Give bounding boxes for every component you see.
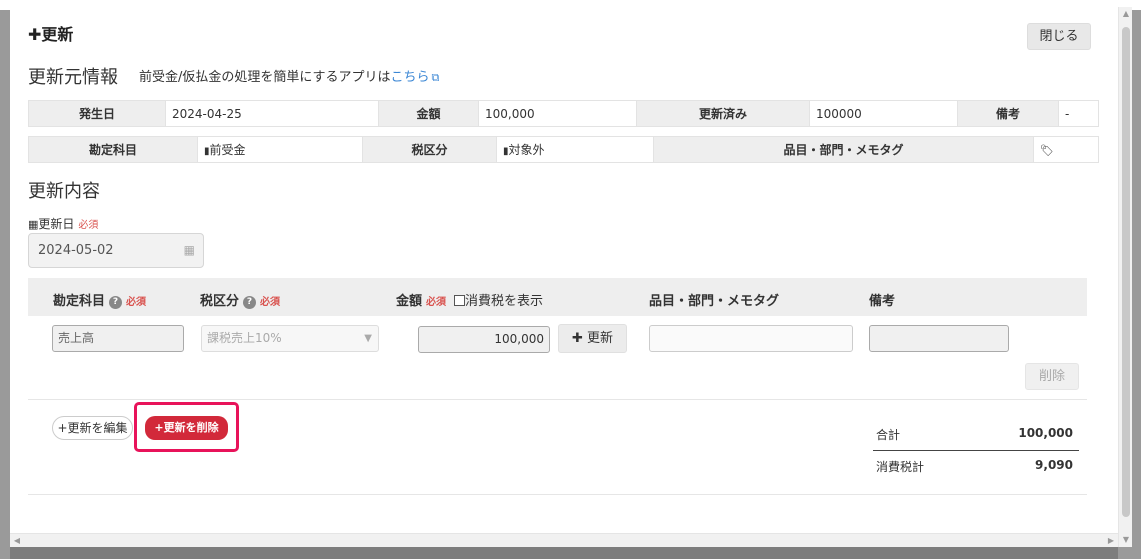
horizontal-scrollbar[interactable]: ◀ ▶ <box>10 533 1118 547</box>
source-heading: 更新元情報 <box>28 67 118 88</box>
account-cell: ▮前受金 <box>197 136 363 163</box>
total-row: 合計 100,000 <box>873 426 1079 446</box>
delete-row-button[interactable]: 削除 <box>1025 363 1079 390</box>
items-label: 品目・部門・メモタグ <box>653 136 1034 163</box>
updated-value: 100000 <box>809 100 958 127</box>
account-label: 勘定科目 <box>28 136 198 163</box>
tax-total-row: 消費税計 9,090 <box>873 458 1079 478</box>
scrollbar-thumb[interactable] <box>1122 27 1130 517</box>
items-cell: 🏷 <box>1033 136 1099 163</box>
col-account: 勘定科目? 必須 <box>53 290 146 309</box>
remarks-label: 備考 <box>957 100 1059 127</box>
tax-total-value: 9,090 <box>1035 458 1073 472</box>
edit-update-button[interactable]: +更新を編集 <box>52 416 133 440</box>
help-icon[interactable]: ? <box>109 296 123 309</box>
updated-label: 更新済み <box>636 100 810 127</box>
required-badge: 必須 <box>426 297 447 308</box>
total-value: 100,000 <box>1018 426 1073 440</box>
tax-select[interactable]: 課税売上10% ▼ <box>201 325 379 352</box>
tax-cell: ▮対象外 <box>496 136 654 163</box>
col-items: 品目・部門・メモタグ <box>649 294 780 309</box>
col-amount: 金額 必須 消費税を表示 <box>396 290 543 309</box>
col-tax-label: 税区分 <box>200 294 240 309</box>
calendar-picker-icon[interactable]: ▦ <box>184 234 195 267</box>
scroll-right-icon[interactable]: ▶ <box>1104 534 1118 547</box>
show-tax-label[interactable]: 消費税を表示 <box>465 294 543 309</box>
calendar-icon: ▦ <box>28 218 39 231</box>
subtitle-text: 前受金/仮払金の処理を簡単にするアプリは <box>139 70 391 85</box>
plus-icon: ✚ <box>571 331 583 346</box>
col-amount-label: 金額 <box>396 294 423 309</box>
modal-title: ✚更新 <box>28 21 73 45</box>
amount-value: 100,000 <box>478 100 637 127</box>
update-amount-button[interactable]: ✚ 更新 <box>558 324 627 353</box>
col-tax: 税区分? 必須 <box>200 290 280 309</box>
help-icon[interactable]: ? <box>243 296 257 309</box>
update-amount-label: 更新 <box>587 331 614 346</box>
items-input[interactable] <box>649 325 853 352</box>
update-date-value: 2024-05-02 <box>38 243 114 258</box>
scroll-left-icon[interactable]: ◀ <box>10 534 24 547</box>
close-button[interactable]: 閉じる <box>1027 23 1091 50</box>
line-items-header: 勘定科目? 必須 税区分? 必須 金額 必須 消費税を表示 品目・部門・メモタグ 備考 <box>28 278 1087 316</box>
app-link[interactable]: こちら <box>391 70 430 85</box>
account-value: 前受金 <box>209 143 246 157</box>
delete-update-button[interactable]: +更新を削除 <box>145 416 228 440</box>
update-date-input[interactable]: 2024-05-02 ▦ <box>28 233 204 268</box>
col-remarks: 備考 <box>869 294 896 309</box>
bottom-divider <box>28 494 1087 495</box>
date-label: 発生日 <box>28 100 166 127</box>
required-badge: 必須 <box>78 220 99 231</box>
tax-total-label: 消費税計 <box>876 460 925 474</box>
col-account-label: 勘定科目 <box>53 294 106 309</box>
required-badge: 必須 <box>126 297 147 308</box>
tax-select-value: 課税売上10% <box>207 331 282 345</box>
scroll-down-icon[interactable]: ▼ <box>1119 533 1132 547</box>
amount-label: 金額 <box>378 100 479 127</box>
modal-title-text: 更新 <box>41 25 74 44</box>
source-subtitle: 前受金/仮払金の処理を簡単にするアプリはこちら ⧉ <box>139 66 439 85</box>
total-separator <box>873 450 1079 451</box>
divider <box>28 399 1087 400</box>
external-link-icon: ⧉ <box>431 71 440 84</box>
source-info-table-row2: 勘定科目 ▮前受金 税区分 ▮対象外 品目・部門・メモタグ 🏷 <box>28 136 1099 163</box>
vertical-scrollbar[interactable]: ▲ ▼ <box>1118 7 1132 547</box>
background-left <box>0 10 10 559</box>
tax-label: 税区分 <box>362 136 497 163</box>
update-date-label-text: 更新日 <box>38 217 75 231</box>
tax-value: 対象外 <box>508 143 545 157</box>
account-input[interactable]: 売上高 <box>52 325 184 352</box>
tag-icon: 🏷 <box>1040 143 1054 157</box>
date-value: 2024-04-25 <box>165 100 379 127</box>
plus-icon: ✚ <box>28 25 42 44</box>
amount-input[interactable]: 100,000 <box>418 326 550 353</box>
required-badge: 必須 <box>260 297 281 308</box>
update-date-label: ▦更新日 必須 <box>28 215 98 232</box>
chevron-down-icon: ▼ <box>364 333 372 344</box>
remarks-value: - <box>1058 100 1099 127</box>
update-heading: 更新内容 <box>28 181 100 202</box>
scroll-up-icon[interactable]: ▲ <box>1119 7 1132 21</box>
source-info-table-row1: 発生日 2024-04-25 金額 100,000 更新済み 100000 備考… <box>28 100 1099 127</box>
remarks-input[interactable] <box>869 325 1009 352</box>
update-modal: ✚更新 閉じる 更新元情報 前受金/仮払金の処理を簡単にするアプリはこちら ⧉ 発… <box>10 7 1132 547</box>
show-tax-checkbox[interactable] <box>454 295 466 306</box>
total-label: 合計 <box>876 428 901 442</box>
